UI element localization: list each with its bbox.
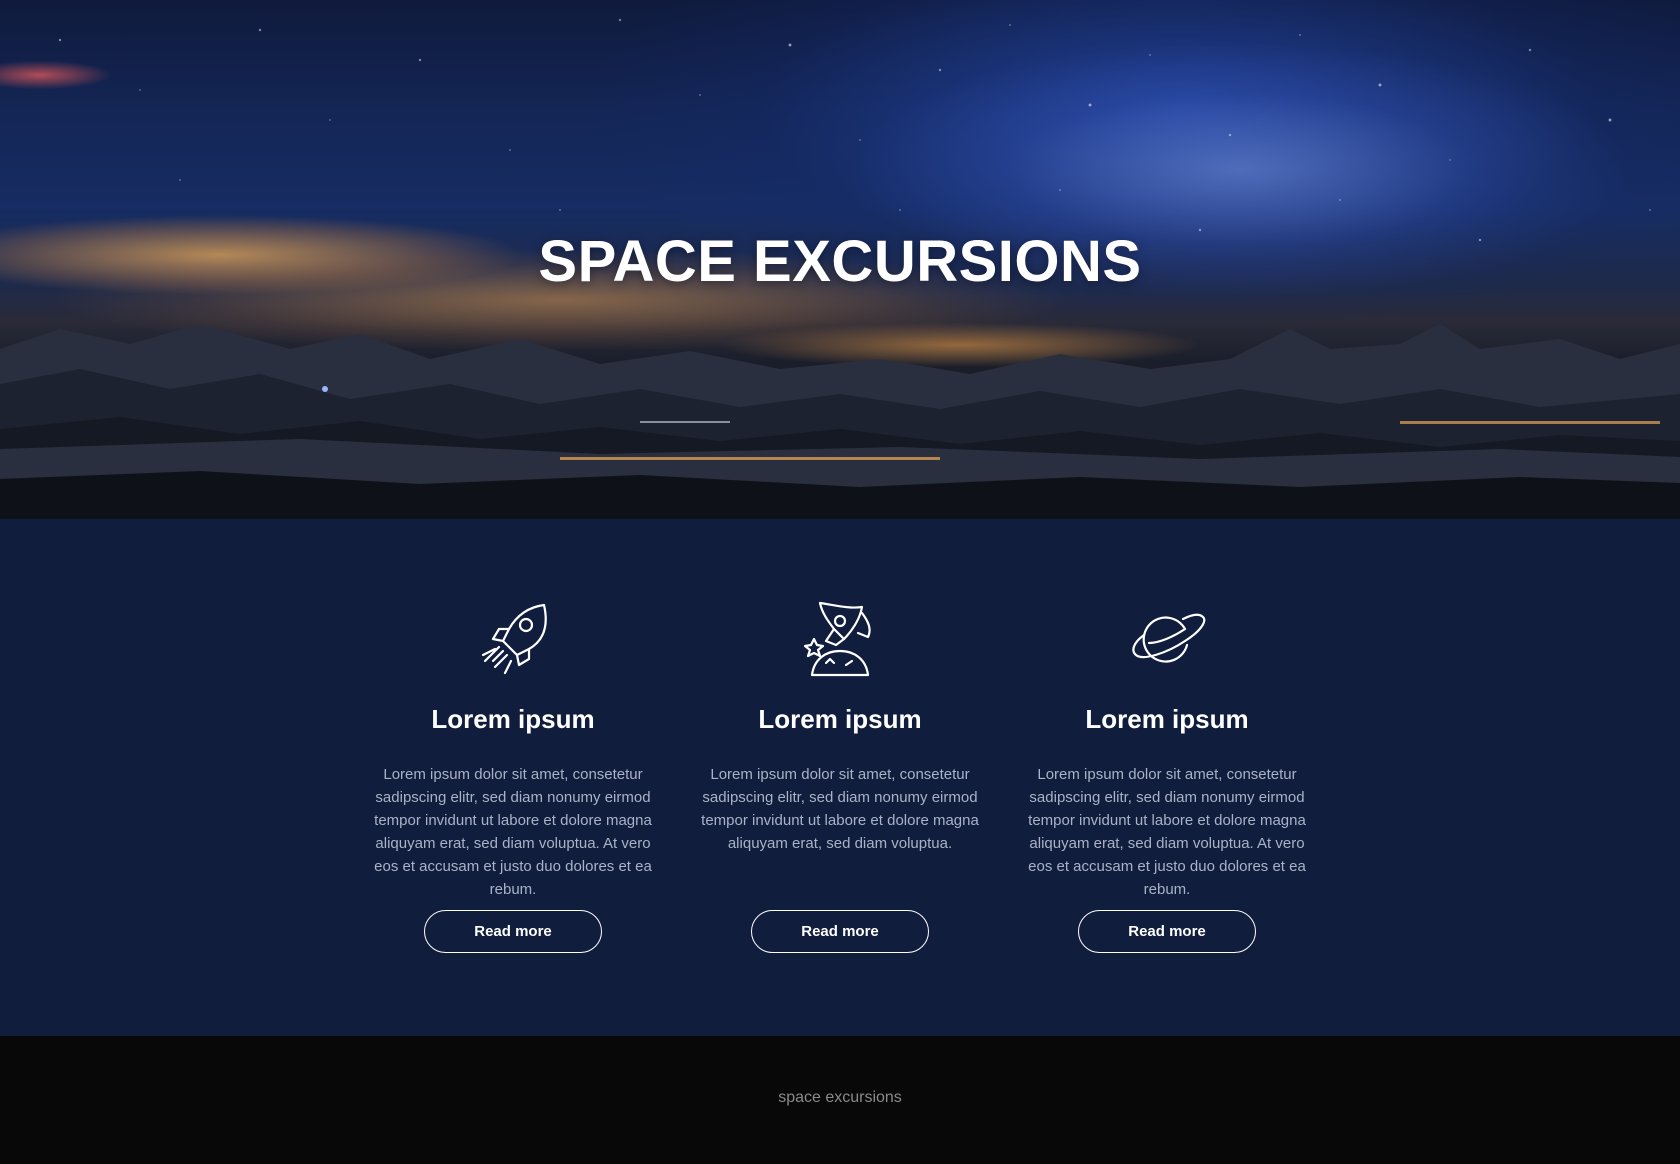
mountain-landscape	[0, 324, 1680, 519]
page-title: SPACE EXCURSIONS	[538, 229, 1142, 294]
feature-title: Lorem ipsum	[1085, 704, 1249, 734]
footer: space excursions	[0, 1036, 1680, 1164]
feature-description: Lorem ipsum dolor sit amet, consetetur s…	[701, 766, 979, 852]
feature-list: Lorem ipsum Lorem ipsum dolor sit amet, …	[0, 599, 1680, 953]
read-more-button[interactable]: Read more	[751, 910, 929, 953]
read-more-button[interactable]: Read more	[424, 910, 602, 953]
feature-description: Lorem ipsum dolor sit amet, consetetur s…	[1028, 766, 1306, 898]
feature-card: Lorem ipsum Lorem ipsum dolor sit amet, …	[696, 599, 984, 953]
rocket-launch-icon	[800, 599, 880, 679]
read-more-button[interactable]: Read more	[1078, 910, 1256, 953]
rocket-icon	[473, 599, 553, 679]
planet-icon	[1127, 599, 1207, 679]
footer-text: space excursions	[778, 1089, 902, 1106]
hero-banner: SPACE EXCURSIONS	[0, 0, 1680, 519]
feature-title: Lorem ipsum	[758, 704, 922, 734]
feature-card: Lorem ipsum Lorem ipsum dolor sit amet, …	[369, 599, 657, 953]
feature-description: Lorem ipsum dolor sit amet, consetetur s…	[374, 766, 652, 898]
feature-title: Lorem ipsum	[431, 704, 595, 734]
feature-card: Lorem ipsum Lorem ipsum dolor sit amet, …	[1023, 599, 1311, 953]
features-section: Lorem ipsum Lorem ipsum dolor sit amet, …	[0, 519, 1680, 1036]
